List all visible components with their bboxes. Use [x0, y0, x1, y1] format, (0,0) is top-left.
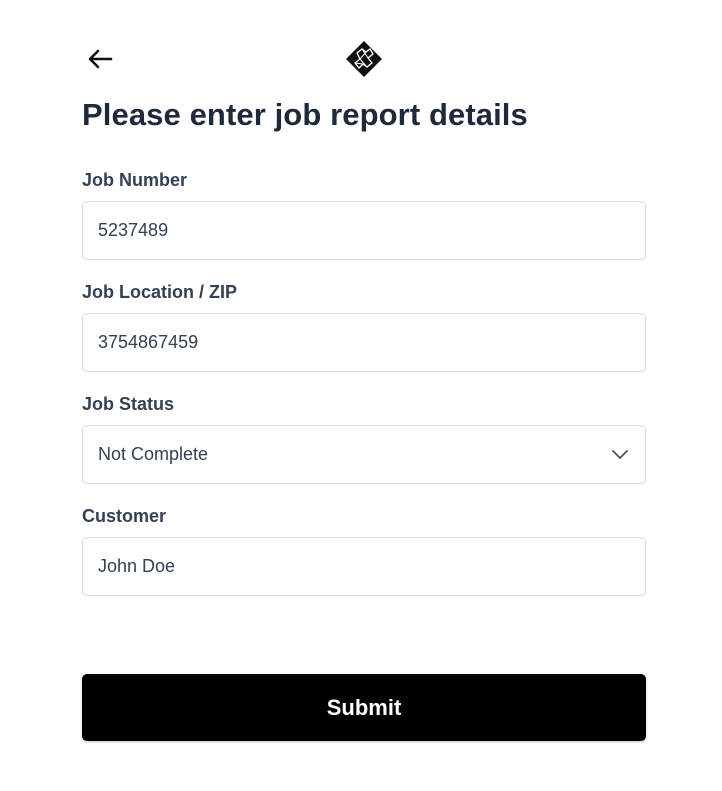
- job-location-input[interactable]: [83, 314, 645, 371]
- job-status-label: Job Status: [82, 394, 175, 414]
- customer-input[interactable]: [83, 538, 645, 595]
- arrow-left-icon: [88, 49, 113, 69]
- job-location-label: Job Location / ZIP: [82, 282, 238, 302]
- job-status-selected-value[interactable]: Not Complete: [83, 426, 645, 483]
- customer-field-container: [82, 537, 646, 596]
- chevron-down-icon[interactable]: [611, 448, 629, 460]
- submit-button[interactable]: Submit: [82, 674, 646, 741]
- job-status-select[interactable]: Not Complete: [82, 425, 646, 484]
- job-number-input[interactable]: [83, 202, 645, 259]
- job-number-field-container: [82, 201, 646, 260]
- customer-label: Customer: [82, 506, 167, 526]
- job-location-field-container: [82, 313, 646, 372]
- job-number-label: Job Number: [82, 170, 188, 190]
- app-logo: [345, 40, 383, 78]
- back-button[interactable]: [84, 44, 116, 74]
- page-title: Please enter job report details: [82, 97, 528, 132]
- diamond-logo-icon: [346, 41, 382, 77]
